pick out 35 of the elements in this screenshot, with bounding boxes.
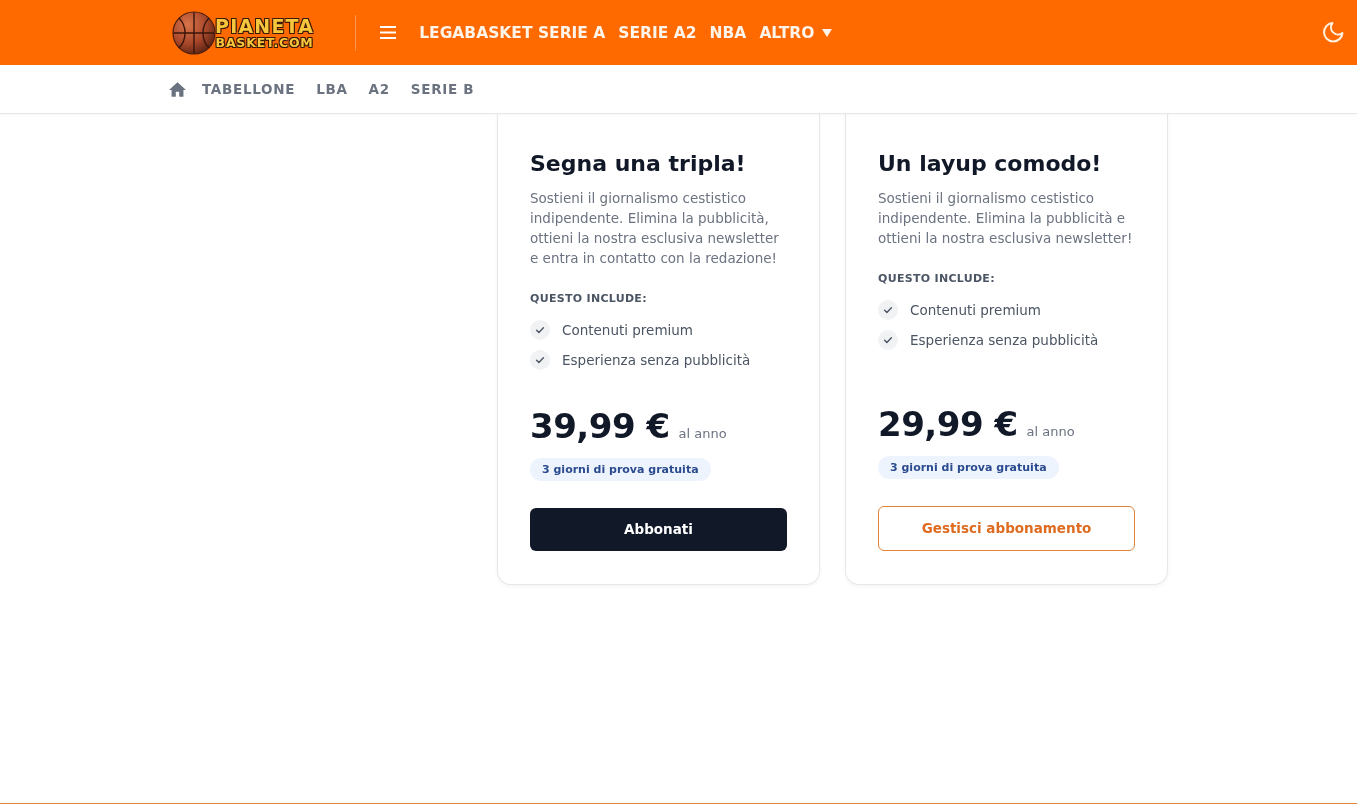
feature-text: Esperienza senza pubblicità [562,352,751,368]
home-icon[interactable] [169,81,186,97]
basketball-icon [172,10,216,55]
subnav-link[interactable]: TABELLONE [202,81,296,97]
menu-icon[interactable] [380,26,397,39]
trial-badge: 3 giorni di prova gratuita [530,458,711,481]
price-period: al anno [678,426,727,441]
subscribe-button[interactable]: Abbonati [530,508,787,551]
plan-title: Un layup comodo! [878,150,1103,178]
plan-title: Segna una tripla! [530,150,747,178]
feature-text: Esperienza senza pubblicità [910,332,1099,348]
plan-description: Sostieni il giornalismo cestistico indipendente. Elimina la pubblicità e ottieni la nostra esclusiva newsletter! [878,189,1134,248]
check-icon [530,320,550,340]
price-period: al anno [1026,424,1075,439]
moon-icon[interactable] [1323,22,1344,43]
check-icon [878,330,898,350]
price: 39,99 € [530,405,670,448]
nav-link[interactable]: SERIE A2 [618,22,697,43]
plan-description: Sostieni il giornalismo cestistico indipendente. Elimina la pubblicità, ottieni la nostra esclusiva newsletter e entra in contatto con la redazione! [530,189,780,268]
site-logo[interactable]: PIANETA BASKET.COM [172,10,315,55]
nav-dropdown[interactable]: ALTRO [759,22,833,43]
subnav-link[interactable]: A2 [368,81,390,97]
includes-heading: QUESTO INCLUDE: [878,271,996,287]
check-icon [530,350,550,370]
manage-subscription-button[interactable]: Gestisci abbonamento [878,506,1135,551]
check-icon [878,300,898,320]
trial-badge: 3 giorni di prova gratuita [878,456,1059,479]
subnav-link[interactable]: LBA [316,81,348,97]
subnav-link[interactable]: SERIE B [410,81,475,97]
price: 29,99 € [878,403,1018,446]
feature-text: Contenuti premium [562,322,694,338]
feature-text: Contenuti premium [910,302,1042,318]
nav-link[interactable]: NBA [709,22,747,43]
includes-heading: QUESTO INCLUDE: [530,291,648,307]
nav-link[interactable]: LEGABASKET SERIE A [419,22,606,43]
